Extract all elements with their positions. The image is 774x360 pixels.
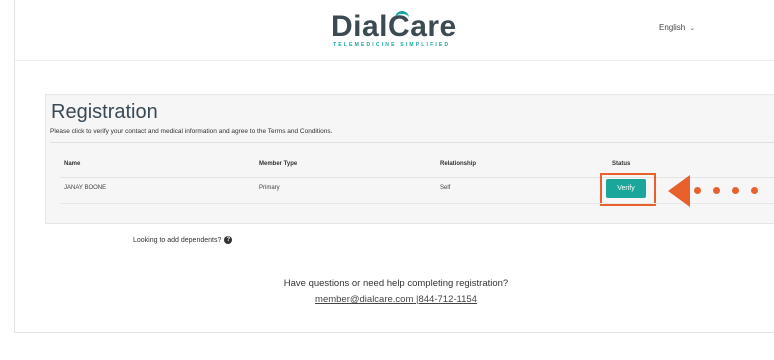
add-dependents-prompt[interactable]: Looking to add dependents?? [133, 236, 233, 244]
support-phone-link[interactable]: 844-712-1154 [418, 294, 476, 305]
language-label: English [659, 23, 686, 32]
chevron-down-icon: ⌄ [689, 25, 696, 32]
member-relationship: Self [440, 185, 451, 191]
registration-card: Registration Please click to verify your… [45, 94, 774, 224]
dialcare-logo[interactable]: DialCare TELEMEDICINE SIMPLIFIED [331, 11, 471, 56]
help-question: Have questions or need help completing r… [283, 278, 509, 289]
site-header: DialCare TELEMEDICINE SIMPLIFIED English… [15, 0, 774, 61]
callout-dot [694, 187, 701, 194]
page-title: Registration [51, 101, 158, 123]
callout-dot [732, 187, 739, 194]
verify-button[interactable]: Verify [606, 179, 646, 198]
table-row-divider [60, 203, 774, 204]
member-type: Primary [259, 185, 280, 191]
divider [50, 142, 774, 143]
column-header-name: Name [64, 161, 81, 167]
column-header-relationship: Relationship [440, 161, 477, 167]
language-selector[interactable]: English ⌄ [659, 23, 695, 32]
callout-dot [713, 187, 720, 194]
member-name: JANAY BOONE [64, 185, 107, 191]
page-frame: DialCare TELEMEDICINE SIMPLIFIED English… [14, 0, 774, 333]
logo-accent-mark [395, 11, 409, 20]
arrow-left-icon [668, 175, 690, 207]
support-email-link[interactable]: member@dialcare.com [315, 294, 413, 305]
help-contact: member@dialcare.com |844-712-1154 [15, 294, 774, 305]
registration-instructions: Please click to verify your contact and … [50, 128, 333, 135]
logo-tagline: TELEMEDICINE SIMPLIFIED [333, 42, 451, 48]
table-header-divider [60, 177, 774, 178]
callout-dot [751, 187, 758, 194]
column-header-member-type: Member Type [259, 161, 298, 167]
add-dependents-label: Looking to add dependents? [133, 236, 222, 244]
question-circle-icon[interactable]: ? [224, 236, 233, 244]
column-header-status: Status [612, 161, 631, 167]
